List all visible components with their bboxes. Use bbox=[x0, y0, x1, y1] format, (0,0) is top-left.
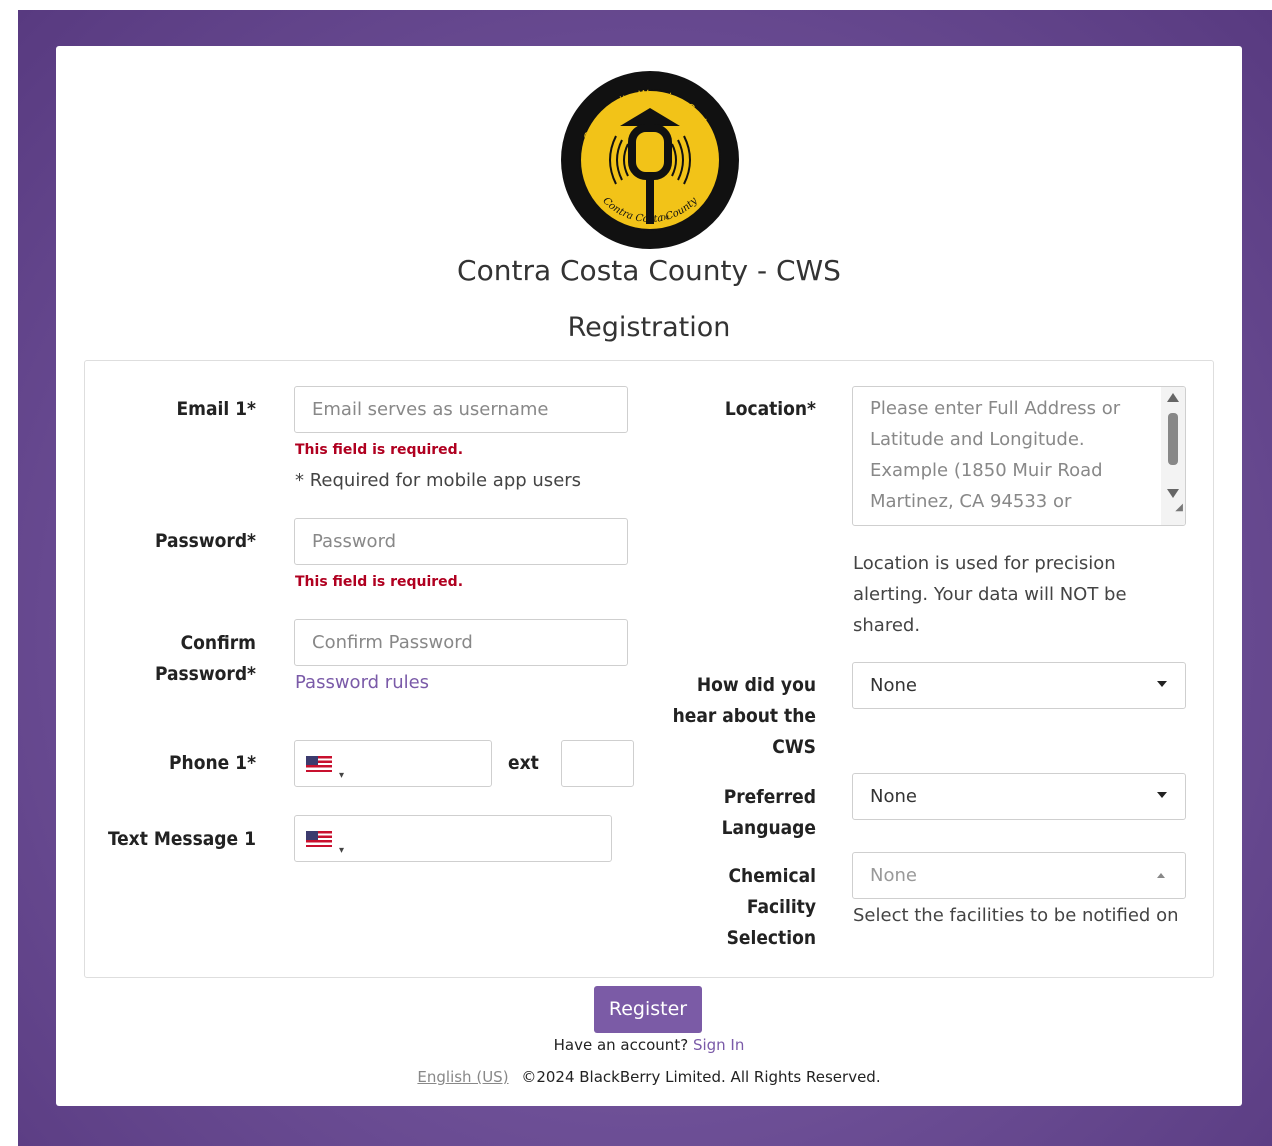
footer: English (US) ©2024 BlackBerry Limited. A… bbox=[56, 1068, 1242, 1086]
app-title: Contra Costa County - CWS bbox=[457, 254, 841, 287]
confirm-password-label: Confirm Password* bbox=[116, 628, 256, 690]
email-label: Email 1* bbox=[176, 398, 256, 420]
how-heard-value: None bbox=[870, 675, 917, 696]
location-scrollbar[interactable]: ◢ bbox=[1161, 387, 1185, 525]
chemical-facility-value: None bbox=[870, 865, 917, 886]
location-textarea[interactable]: Please enter Full Address or Latitude an… bbox=[852, 386, 1186, 526]
us-flag-icon[interactable] bbox=[306, 756, 332, 772]
language-link[interactable]: English (US) bbox=[417, 1068, 508, 1086]
resize-grip-icon[interactable]: ◢ bbox=[1175, 492, 1183, 523]
chemical-facility-label: Chemical Facility Selection bbox=[656, 861, 816, 954]
preferred-language-value: None bbox=[870, 786, 917, 807]
caret-down-icon bbox=[1157, 681, 1167, 687]
preferred-language-label: Preferred Language bbox=[656, 782, 816, 844]
email-error: This field is required. bbox=[295, 442, 464, 458]
page-heading: Registration bbox=[567, 312, 731, 343]
logo-tm: TM bbox=[659, 215, 669, 222]
text-message-input[interactable]: ▾ bbox=[294, 815, 612, 862]
chemical-facility-label-line2: Facility bbox=[746, 896, 816, 918]
preferred-language-label-line1: Preferred bbox=[723, 786, 816, 808]
register-button[interactable]: Register bbox=[594, 986, 702, 1033]
ext-input[interactable] bbox=[561, 740, 634, 787]
password-rules-link[interactable]: Password rules bbox=[295, 672, 429, 693]
chemical-facility-label-line1: Chemical bbox=[728, 865, 817, 887]
email-hint: * Required for mobile app users bbox=[295, 470, 582, 491]
chemical-facility-hint: Select the facilities to be notified on bbox=[853, 905, 1179, 926]
email-input[interactable]: Email serves as username bbox=[294, 386, 628, 433]
password-input[interactable]: Password bbox=[294, 518, 628, 565]
phone-input[interactable]: ▾ bbox=[294, 740, 492, 787]
confirm-password-label-line2: Password* bbox=[154, 663, 256, 685]
caret-up-icon bbox=[1157, 873, 1165, 878]
chemical-facility-select[interactable]: None bbox=[852, 852, 1186, 899]
cws-logo: Community Warning System Contra Costa Co… bbox=[561, 71, 739, 249]
how-heard-label-line2: hear about the bbox=[672, 705, 816, 727]
have-account-text: Have an account? bbox=[553, 1036, 689, 1054]
confirm-password-input[interactable]: Confirm Password bbox=[294, 619, 628, 666]
registration-card: Community Warning System Contra Costa Co… bbox=[56, 46, 1242, 1106]
preferred-language-label-line2: Language bbox=[721, 817, 816, 839]
scroll-thumb[interactable] bbox=[1168, 413, 1178, 465]
country-caret-icon[interactable]: ▾ bbox=[339, 753, 344, 786]
us-flag-icon[interactable] bbox=[306, 831, 332, 847]
country-caret-icon[interactable]: ▾ bbox=[339, 828, 344, 861]
preferred-language-select[interactable]: None bbox=[852, 773, 1186, 820]
caret-down-icon bbox=[1157, 792, 1167, 798]
ext-label: ext bbox=[508, 752, 539, 774]
how-heard-select[interactable]: None bbox=[852, 662, 1186, 709]
confirm-password-label-line1: Confirm bbox=[180, 632, 256, 654]
phone-label: Phone 1* bbox=[169, 752, 256, 774]
location-hint: Location is used for precision alerting.… bbox=[853, 553, 1127, 636]
location-label: Location* bbox=[724, 398, 816, 420]
text-message-label: Text Message 1 bbox=[107, 828, 256, 850]
scroll-up-icon[interactable] bbox=[1167, 393, 1179, 402]
sign-in-link[interactable]: Sign In bbox=[693, 1036, 744, 1054]
how-heard-label: How did you hear about the CWS bbox=[656, 670, 816, 763]
password-error: This field is required. bbox=[295, 574, 464, 590]
sign-in-line: Have an account? Sign In bbox=[56, 1036, 1242, 1054]
chemical-facility-label-line3: Selection bbox=[726, 927, 816, 949]
password-label: Password* bbox=[154, 530, 256, 552]
how-heard-label-line1: How did you bbox=[696, 674, 816, 696]
how-heard-label-line3: CWS bbox=[772, 736, 816, 758]
location-placeholder: Please enter Full Address or Latitude an… bbox=[870, 398, 1121, 512]
copyright-text: ©2024 BlackBerry Limited. All Rights Res… bbox=[521, 1068, 881, 1086]
